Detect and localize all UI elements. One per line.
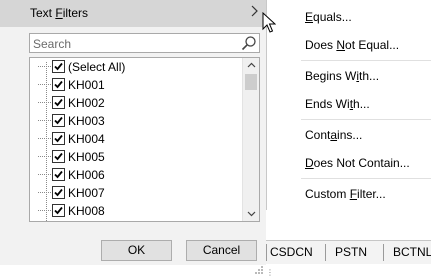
list-item-label: KH002: [68, 96, 105, 110]
list-item-label: KH006: [68, 168, 105, 182]
list-item[interactable]: KH004: [30, 130, 240, 148]
tab-divider: [266, 244, 267, 261]
checkbox[interactable]: [52, 168, 65, 181]
list-item[interactable]: KH007: [30, 184, 240, 202]
submenu-item-text: Does: [305, 38, 337, 52]
check-icon: [54, 62, 63, 71]
checkbox[interactable]: [52, 132, 65, 145]
list-item-label: KH003: [68, 114, 105, 128]
search-placeholder: Search: [33, 37, 72, 51]
text-filters-label: Text Filters: [30, 6, 89, 20]
text-filters-submenu: Equals... Does Not Equal... Begins With...…: [266, 0, 431, 210]
check-icon: [54, 206, 63, 215]
check-icon: [54, 188, 63, 197]
check-icon: [54, 116, 63, 125]
list-item-label: KH001: [68, 78, 105, 92]
list-item-label: KH007: [68, 186, 105, 200]
tree-connector: [38, 156, 51, 157]
vertical-scrollbar[interactable]: [242, 58, 259, 221]
list-item[interactable]: KH003: [30, 112, 240, 130]
submenu-item-text: ins...: [337, 128, 363, 142]
submenu-item[interactable]: Ends With...: [305, 97, 370, 111]
chevron-right-icon: [251, 5, 259, 20]
checkbox[interactable]: [52, 186, 65, 199]
submenu-item[interactable]: Equals...: [305, 10, 352, 24]
tree-connector: [38, 66, 51, 67]
scroll-down-icon[interactable]: [243, 207, 259, 221]
submenu-item-text: Custom: [305, 187, 350, 201]
list-item[interactable]: KH006: [30, 166, 240, 184]
checkbox[interactable]: [52, 204, 65, 217]
list-item[interactable]: KH001: [30, 76, 240, 94]
submenu-item-text: ot Equal...: [345, 38, 400, 52]
checkbox[interactable]: [52, 150, 65, 163]
submenu-item-accelerator: F: [349, 187, 358, 201]
scroll-up-icon[interactable]: [243, 58, 259, 72]
list-item[interactable]: KH005: [30, 148, 240, 166]
menu-separator: [301, 119, 431, 120]
tree-connector: [38, 138, 51, 139]
cancel-button[interactable]: Cancel: [186, 240, 257, 261]
submenu-item[interactable]: Does Not Contain...: [305, 156, 410, 170]
tree-connector: [38, 102, 51, 103]
submenu-item-text: ilter...: [357, 187, 386, 201]
submenu-item-text: oes Not Contain...: [313, 156, 410, 170]
tree-connector: [38, 84, 51, 85]
checkbox[interactable]: [52, 96, 65, 109]
list-item[interactable]: KH008: [30, 202, 240, 220]
submenu-item[interactable]: Custom Filter...: [305, 187, 386, 201]
check-icon: [54, 170, 63, 179]
list-item[interactable]: KH002: [30, 94, 240, 112]
tree-connector: [38, 192, 51, 193]
submenu-item[interactable]: Begins With...: [305, 69, 379, 83]
tab-divider: [383, 244, 384, 261]
sheet-tab-pstn[interactable]: PSTN: [335, 245, 367, 259]
text-filters-menu-item[interactable]: Text Filters: [0, 0, 266, 27]
search-input[interactable]: Search: [29, 33, 260, 53]
list-item-label: (Select All): [68, 60, 126, 74]
submenu-item-accelerator: E: [305, 10, 314, 24]
check-icon: [54, 152, 63, 161]
list-item-label: KH004: [68, 132, 105, 146]
submenu-item[interactable]: Contains...: [305, 128, 362, 142]
submenu-item-text: quals...: [313, 10, 352, 24]
submenu-item-text: Ends Wi: [305, 97, 350, 111]
list-item-label: KH008: [68, 204, 105, 218]
tree-connector: [38, 174, 51, 175]
list-item-label: KH005: [68, 150, 105, 164]
submenu-item-text: Begins W: [305, 69, 357, 83]
status-strip: ⋮: [266, 264, 431, 280]
list-item-partial[interactable]: [30, 220, 240, 221]
sheet-tab-bctnl[interactable]: BCTNL: [393, 245, 431, 259]
menu-separator: [301, 60, 431, 61]
mouse-cursor-icon: [262, 11, 277, 34]
submenu-item[interactable]: Does Not Equal...: [305, 38, 399, 52]
submenu-item-text: Cont: [305, 128, 331, 142]
scroll-thumb[interactable]: [245, 74, 257, 90]
sheet-tab-csdcn[interactable]: CSDCN: [270, 245, 313, 259]
submenu-item-accelerator: D: [305, 156, 314, 170]
filter-value-list[interactable]: (Select All) KH001 KH002 KH003 KH004 KH005 KH0…: [29, 57, 260, 222]
submenu-item-text: th...: [359, 69, 380, 83]
check-icon: [54, 80, 63, 89]
check-icon: [54, 98, 63, 107]
select-all-item[interactable]: (Select All): [30, 58, 240, 76]
sheet-tabs-bar: CSDCN PSTN BCTNL: [266, 240, 431, 264]
submenu-item-accelerator: N: [336, 38, 346, 52]
tab-divider: [325, 244, 326, 261]
checkbox[interactable]: [52, 114, 65, 127]
magnifier-icon: [241, 35, 257, 51]
checkbox[interactable]: [52, 78, 65, 91]
resize-grip-icon[interactable]: [254, 264, 264, 274]
checkbox[interactable]: [52, 60, 65, 73]
menu-separator: [301, 178, 431, 179]
check-icon: [54, 134, 63, 143]
autofilter-panel: Text Filters Search (Select All) KH001 KH0…: [0, 0, 266, 265]
ok-button[interactable]: OK: [101, 240, 172, 261]
submenu-item-text: h...: [353, 97, 370, 111]
tree-connector: [38, 210, 51, 211]
tab-overflow-dots: ⋮: [266, 268, 274, 277]
tree-connector: [38, 120, 51, 121]
